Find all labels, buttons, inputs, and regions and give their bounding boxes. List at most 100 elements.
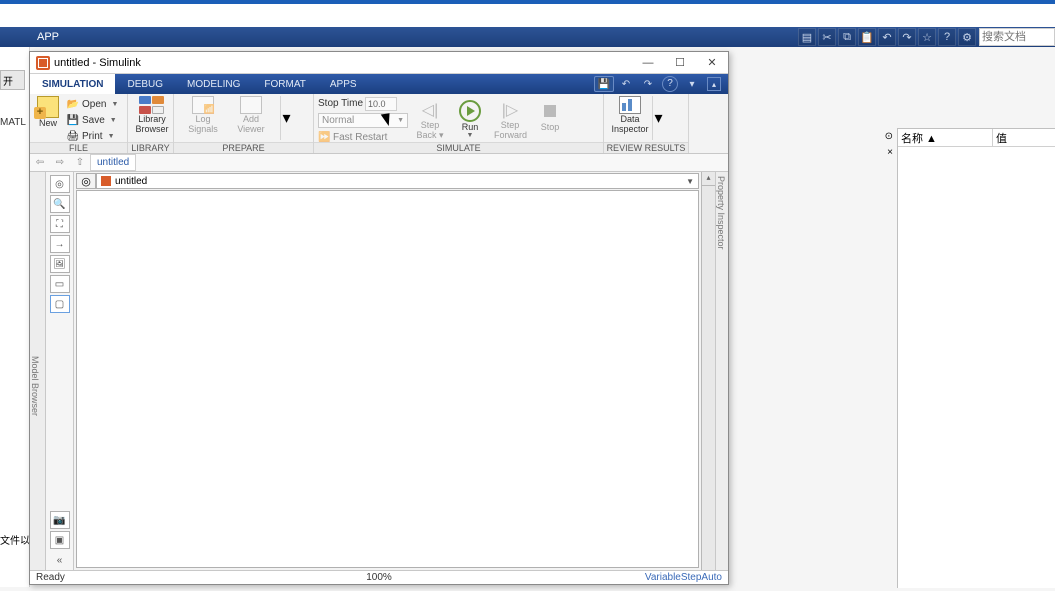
ribbon-tabstrip: SIMULATION DEBUG MODELING FORMAT APPS 💾 … [30, 74, 728, 94]
palette-camera-icon[interactable]: 📷 [50, 511, 70, 529]
model-address-bar[interactable]: untitled ▼ [96, 173, 699, 189]
palette-doc-icon[interactable]: ▣ [50, 531, 70, 549]
qa-gear-icon[interactable]: ⚙ [958, 28, 976, 46]
model-browser-collapsed[interactable]: Model Browser [30, 172, 46, 570]
quick-help-icon[interactable]: ? [660, 76, 680, 92]
window-close-button[interactable]: ✕ [696, 52, 728, 74]
fast-restart-icon: ⏩ [318, 132, 330, 142]
help-dropdown-icon[interactable]: ▾ [682, 76, 702, 92]
open-label: Open [82, 99, 106, 110]
step-back-button[interactable]: ◁| Step Back ▾ [414, 100, 446, 141]
step-forward-button[interactable]: |▷ Step Forward [494, 100, 526, 140]
open-button[interactable]: 📂 Open ▼ [66, 96, 118, 112]
run-button[interactable]: Run ▼ [454, 100, 486, 139]
library-section-label: LIBRARY [128, 142, 173, 153]
qa-redo-icon[interactable]: ↷ [898, 28, 916, 46]
status-zoom[interactable]: 100% [366, 572, 392, 583]
tab-apps[interactable]: APPS [318, 74, 369, 94]
save-label: Save [82, 115, 105, 126]
locate-in-browser-icon[interactable]: ◎ [76, 173, 96, 189]
model-icon [101, 176, 111, 186]
step-back-label2: Back ▾ [414, 130, 446, 141]
palette-box-icon[interactable]: ▭ [50, 275, 70, 293]
qa-paste-icon[interactable]: 📋 [858, 28, 876, 46]
viewer-label2: Viewer [232, 124, 270, 134]
palette-rect-icon[interactable]: ▢ [50, 295, 70, 313]
canvas-scrollbar[interactable]: ▴ [701, 172, 715, 570]
library-label1: Library [132, 114, 172, 124]
simulink-window-title: untitled - Simulink [54, 57, 141, 69]
nav-back-icon[interactable]: ⇦ [30, 157, 50, 168]
window-maximize-button[interactable]: ☐ [664, 52, 696, 74]
library-browser-button[interactable]: Library Browser [132, 96, 172, 134]
run-icon [459, 100, 481, 122]
folder-open-icon: 📂 [66, 97, 80, 111]
palette-zoom-icon[interactable]: 🔍 [50, 195, 70, 213]
step-back-label1: Step [414, 120, 446, 130]
qa-fav-icon[interactable]: ☆ [918, 28, 936, 46]
ribbon-collapse-icon[interactable]: ▴ [704, 76, 724, 92]
stop-button[interactable]: Stop [534, 100, 566, 132]
palette-arrow-icon[interactable]: → [50, 235, 70, 253]
prepare-expand-icon[interactable]: ▾ [280, 96, 292, 140]
workspace-col-name[interactable]: 名称 ▲ [898, 129, 993, 146]
status-bar: Ready 100% VariableStepAuto [30, 570, 728, 584]
palette-target-icon[interactable]: ◎ [50, 175, 70, 193]
step-fwd-label2: Forward [494, 130, 526, 140]
qa-icon-1[interactable]: ▤ [798, 28, 816, 46]
section-library: Library Browser LIBRARY [128, 94, 174, 153]
save-button[interactable]: 💾 Save ▼ [66, 112, 118, 128]
property-inspector-collapsed[interactable]: Property Inspector [715, 172, 728, 570]
app-bar-label: APP [37, 31, 59, 43]
qa-help-icon[interactable]: ? [938, 28, 956, 46]
matlab-left-tab[interactable]: 开 [0, 70, 25, 90]
status-solver[interactable]: VariableStepAuto [645, 572, 728, 583]
qa-copy-icon[interactable]: ⧉ [838, 28, 856, 46]
tab-debug[interactable]: DEBUG [115, 74, 175, 94]
palette-image-icon[interactable]: 🖼 [50, 255, 70, 273]
quick-undo-icon[interactable]: ↶ [616, 76, 636, 92]
new-model-icon [37, 96, 59, 118]
data-inspector-button[interactable]: Data Inspector [608, 96, 652, 140]
address-dropdown-icon[interactable]: ▼ [686, 177, 694, 186]
tab-modeling[interactable]: MODELING [175, 74, 252, 94]
workspace-col-value[interactable]: 值 [993, 129, 1055, 146]
run-dropdown-icon[interactable]: ▼ [454, 132, 486, 139]
print-dropdown-icon[interactable]: ▼ [105, 133, 115, 140]
section-prepare: 📶 Log Signals Add Viewer ▾ PREPARE [174, 94, 314, 153]
simulation-mode-select[interactable]: Normal ▼ [318, 113, 408, 128]
section-simulate: Stop Time Normal ▼ ⏩ Fast Restart ◁| [314, 94, 604, 153]
tab-simulation[interactable]: SIMULATION [30, 74, 115, 94]
model-canvas[interactable] [76, 190, 699, 568]
save-dropdown-icon[interactable]: ▼ [107, 117, 117, 124]
canvas-palette: ◎ 🔍 ⛶ → 🖼 ▭ ▢ 📷 ▣ « [46, 172, 74, 570]
status-ready: Ready [30, 572, 65, 583]
mode-value: Normal [322, 115, 354, 126]
palette-collapse-icon[interactable]: « [50, 551, 70, 569]
model-address-text: untitled [115, 176, 147, 187]
panel-close-icon[interactable]: × [877, 147, 895, 159]
open-dropdown-icon[interactable]: ▼ [108, 101, 118, 108]
add-viewer-button[interactable]: Add Viewer [232, 96, 270, 140]
save-icon: 💾 [66, 113, 80, 127]
panel-minimize-icon[interactable]: ⊙ [877, 131, 895, 143]
qa-cut-icon[interactable]: ✂ [818, 28, 836, 46]
breadcrumb-item[interactable]: untitled [90, 154, 136, 171]
nav-up-icon[interactable]: ⇧ [70, 157, 90, 168]
palette-fit-icon[interactable]: ⛶ [50, 215, 70, 233]
log-signals-button[interactable]: 📶 Log Signals [184, 96, 222, 140]
simulink-body: Model Browser ◎ 🔍 ⛶ → 🖼 ▭ ▢ 📷 ▣ « ◎ unti… [30, 172, 728, 570]
file-section-label: FILE [30, 142, 127, 153]
doc-search-input[interactable] [979, 28, 1055, 46]
scrollbar-up-icon[interactable]: ▴ [702, 172, 715, 186]
stop-time-input[interactable] [365, 97, 397, 111]
quick-save-icon[interactable]: 💾 [594, 76, 614, 92]
qa-undo-icon[interactable]: ↶ [878, 28, 896, 46]
review-expand-icon[interactable]: ▾ [652, 96, 664, 140]
tab-format[interactable]: FORMAT [252, 74, 317, 94]
quick-redo-icon[interactable]: ↷ [638, 76, 658, 92]
simulink-titlebar[interactable]: untitled - Simulink — ☐ ✕ [30, 52, 728, 74]
window-minimize-button[interactable]: — [632, 52, 664, 74]
new-model-button[interactable]: New [34, 96, 62, 144]
nav-forward-icon[interactable]: ⇨ [50, 157, 70, 168]
